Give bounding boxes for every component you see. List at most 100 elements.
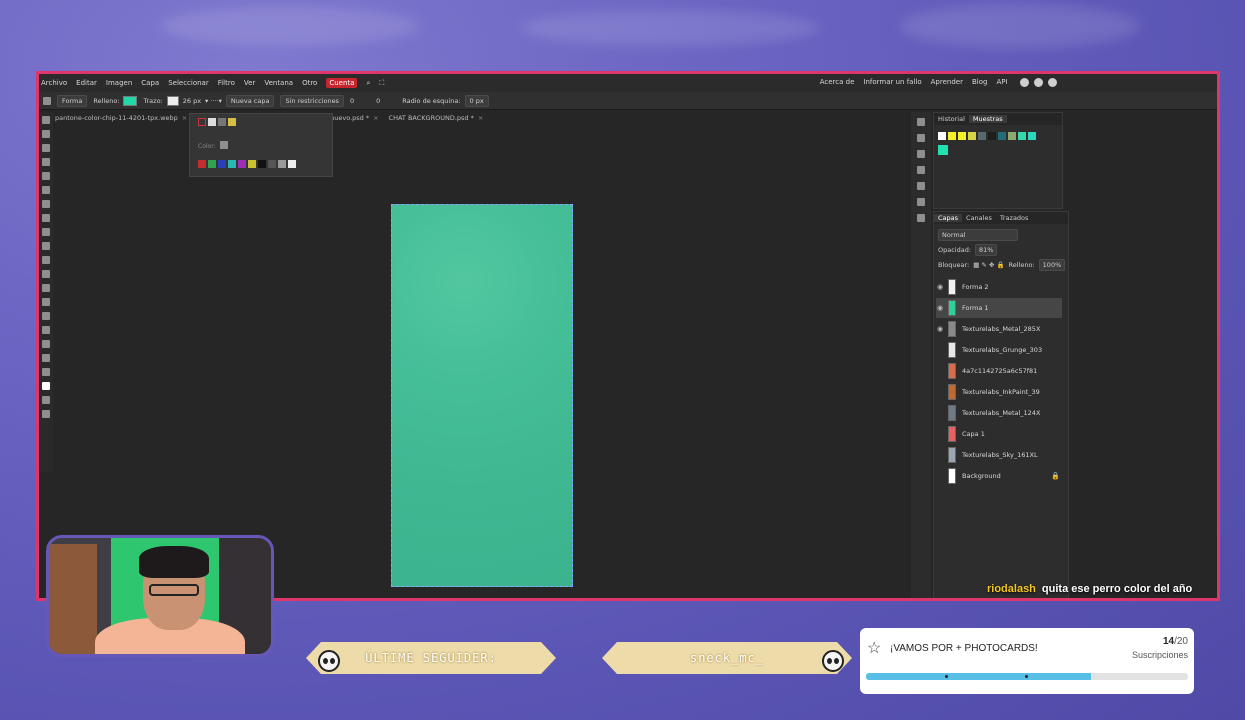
healing-tool-icon[interactable] [42, 200, 50, 208]
tab-history[interactable]: Historial [934, 115, 969, 123]
image-icon[interactable] [917, 214, 925, 222]
close-tab-icon[interactable]: × [373, 114, 378, 122]
paragraph-icon[interactable] [917, 182, 925, 190]
tab-paths[interactable]: Trazados [996, 214, 1033, 222]
gradient-tool-icon[interactable] [42, 256, 50, 264]
visibility-eye-icon[interactable]: ◉ [936, 283, 944, 291]
menu-more[interactable]: Otro [302, 79, 317, 87]
magic-wand-tool-icon[interactable] [42, 158, 50, 166]
screen-mode-icon[interactable] [42, 410, 50, 418]
info-icon[interactable] [917, 118, 925, 126]
color-swatch[interactable] [228, 160, 236, 168]
layer-row[interactable]: ◉ Forma 2 [936, 277, 1062, 297]
selected-swatch[interactable] [938, 145, 948, 155]
blur-tool-icon[interactable] [42, 270, 50, 278]
stroke-size[interactable]: 26 px [183, 97, 201, 105]
search-icon[interactable]: ⌕ [366, 79, 370, 88]
color-swatch[interactable] [258, 160, 266, 168]
swatch[interactable] [1028, 132, 1036, 140]
menu-filter[interactable]: Filtro [218, 79, 235, 87]
layer-row[interactable]: Capa 1 [936, 424, 1062, 444]
lasso-tool-icon[interactable] [42, 144, 50, 152]
quick-mask-icon[interactable] [42, 396, 50, 404]
blend-mode-select[interactable]: Normal [938, 229, 1018, 241]
color-swatch[interactable] [288, 160, 296, 168]
current-color[interactable] [220, 141, 228, 149]
swatch[interactable] [938, 132, 946, 140]
menu-image[interactable]: Imagen [106, 79, 132, 87]
layer-row[interactable]: Texturelabs_Sky_161XL [936, 445, 1062, 465]
close-tab-icon[interactable]: × [478, 114, 483, 122]
width-field[interactable]: 0 [350, 97, 354, 105]
document-tab[interactable]: CHAT BACKGROUND.psd * × [389, 114, 484, 122]
color-swatch[interactable] [218, 118, 226, 126]
layer-row[interactable]: Texturelabs_Grunge_303 [936, 340, 1062, 360]
fill-color-swatch[interactable] [123, 95, 138, 106]
twitter-icon[interactable] [1033, 78, 1043, 87]
tab-channels[interactable]: Canales [962, 214, 996, 222]
color-swatch[interactable] [238, 160, 246, 168]
visibility-eye-icon[interactable]: ◉ [936, 325, 944, 333]
no-color-swatch[interactable] [198, 118, 206, 126]
link-about[interactable]: Acerca de [820, 78, 855, 89]
zoom-tool-icon[interactable] [42, 368, 50, 376]
height-field[interactable]: 0 [376, 97, 380, 105]
brush-tool-icon[interactable] [42, 214, 50, 222]
path-select-tool-icon[interactable] [42, 326, 50, 334]
stroke-style-dropdown[interactable]: ▾ ····▾ [205, 97, 222, 105]
character-icon[interactable] [917, 166, 925, 174]
opacity-field[interactable]: 81% [975, 244, 998, 256]
swatch[interactable] [988, 132, 996, 140]
swatch[interactable] [998, 132, 1006, 140]
visibility-eye-icon[interactable]: ◉ [936, 304, 944, 312]
shape-tool-icon[interactable] [42, 340, 50, 348]
text-tool-icon[interactable] [42, 298, 50, 306]
color-swap-icon[interactable] [42, 382, 50, 390]
layer-row[interactable]: 4a7c1142725a6c57f81 [936, 361, 1062, 381]
properties-icon[interactable] [917, 134, 925, 142]
menu-account[interactable]: Cuenta [326, 78, 358, 88]
canvas-document[interactable] [391, 204, 573, 587]
swatch[interactable] [948, 132, 956, 140]
swatch[interactable] [1008, 132, 1016, 140]
eyedropper-tool-icon[interactable] [42, 186, 50, 194]
layer-row[interactable]: Background 🔒 [936, 466, 1062, 486]
eraser-tool-icon[interactable] [42, 242, 50, 250]
pen-tool-icon[interactable] [42, 312, 50, 320]
color-swatch[interactable] [248, 160, 256, 168]
layer-row[interactable]: Texturelabs_Metal_124X [936, 403, 1062, 423]
link-blog[interactable]: Blog [972, 78, 987, 89]
dodge-tool-icon[interactable] [42, 284, 50, 292]
link-api[interactable]: API [996, 78, 1007, 89]
clone-tool-icon[interactable] [42, 228, 50, 236]
fullscreen-icon[interactable]: ⛶ [379, 79, 384, 88]
reddit-icon[interactable] [1019, 78, 1029, 87]
marquee-tool-icon[interactable] [42, 130, 50, 138]
layer-mode-select[interactable]: Nueva capa [225, 94, 275, 107]
crop-tool-icon[interactable] [42, 172, 50, 180]
close-tab-icon[interactable]: × [182, 114, 187, 122]
facebook-icon[interactable] [1048, 78, 1057, 87]
color-swatch[interactable] [208, 160, 216, 168]
brush-settings-icon[interactable] [917, 150, 925, 158]
tab-swatches[interactable]: Muestras [968, 115, 1007, 123]
layer-fill-field[interactable]: 100% [1038, 259, 1066, 271]
color-swatch[interactable] [278, 160, 286, 168]
menu-edit[interactable]: Editar [76, 79, 97, 87]
radius-field[interactable]: 0 px [464, 94, 489, 107]
color-swatch[interactable] [198, 160, 206, 168]
color-swatch[interactable] [208, 118, 216, 126]
menu-window[interactable]: Ventana [264, 79, 293, 87]
hand-tool-icon[interactable] [42, 354, 50, 362]
lock-icons[interactable]: ▦ ✎ ✥ 🔒 [973, 261, 1004, 269]
menu-file[interactable]: Archivo [41, 79, 67, 87]
document-tab[interactable]: pantone-color-chip-11-4201-tpx.webp × [55, 114, 187, 122]
menu-view[interactable]: Ver [244, 79, 255, 87]
color-swatch[interactable] [268, 160, 276, 168]
swatch[interactable] [1018, 132, 1026, 140]
menu-layer[interactable]: Capa [141, 79, 159, 87]
stroke-color-swatch[interactable] [166, 95, 179, 106]
swatch[interactable] [968, 132, 976, 140]
move-tool-icon[interactable] [42, 116, 50, 124]
color-swatch[interactable] [218, 160, 226, 168]
